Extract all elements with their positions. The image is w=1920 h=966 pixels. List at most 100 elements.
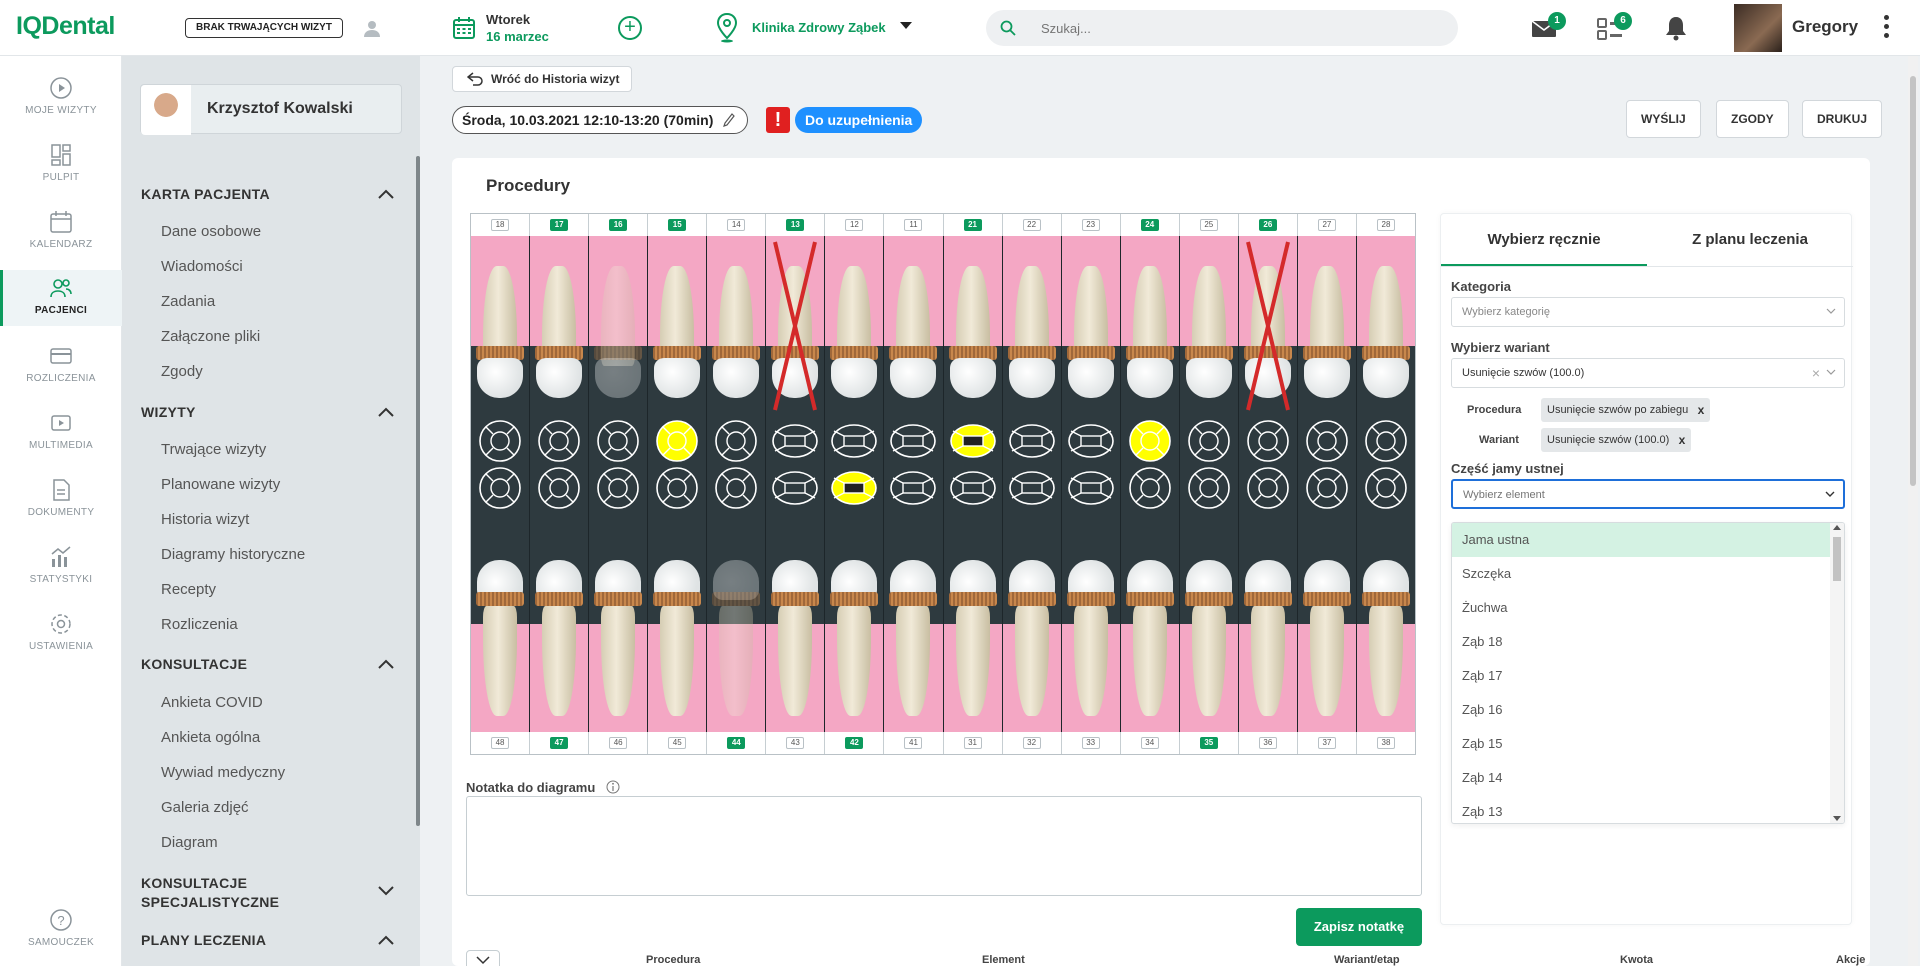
lower-tooth-root[interactable] [601, 606, 636, 716]
tooth-number-36[interactable]: 36 [1258, 737, 1277, 749]
dropdown-scrollbar[interactable] [1830, 523, 1844, 823]
lower-tooth-root[interactable] [1368, 606, 1403, 716]
option-tooth-13[interactable]: Ząb 13 [1452, 795, 1830, 823]
diagram-note-input[interactable] [466, 796, 1422, 896]
section-visits[interactable]: WIZYTY [141, 404, 196, 420]
upper-tooth-crown[interactable] [477, 358, 524, 398]
option-maxilla[interactable]: Szczęka [1452, 557, 1830, 591]
tooth-number-26[interactable]: 26 [1258, 219, 1277, 231]
tab-select-manually[interactable]: Wybierz ręcznie [1441, 214, 1647, 266]
nav-statistics[interactable]: STATYSTYKI [0, 545, 122, 601]
menu-ongoing-visits[interactable]: Trwające wizyty [161, 441, 266, 458]
tooth-number-21[interactable]: 21 [963, 219, 982, 231]
chevron-up-icon[interactable] [378, 407, 394, 417]
lower-surface-map[interactable] [1006, 466, 1058, 510]
consents-button[interactable]: ZGODY [1716, 100, 1789, 138]
upper-tooth-crown[interactable] [654, 358, 701, 398]
tooth-number-13[interactable]: 13 [786, 219, 805, 231]
tooth-column-11-41[interactable] [884, 236, 944, 732]
tooth-number-16[interactable]: 16 [609, 219, 628, 231]
upper-surface-map[interactable] [1360, 419, 1412, 463]
tooth-number-25[interactable]: 25 [1199, 219, 1218, 231]
nav-settings[interactable]: USTAWIENIA [0, 612, 122, 668]
upper-surface-map[interactable] [592, 419, 644, 463]
chevron-up-icon[interactable] [378, 189, 394, 199]
lower-tooth-root[interactable] [483, 606, 518, 716]
menu-photo-gallery[interactable]: Galeria zdjęć [161, 799, 249, 816]
lower-surface-map[interactable] [947, 466, 999, 510]
tooth-number-35[interactable]: 35 [1199, 737, 1218, 749]
tooth-number-31[interactable]: 31 [963, 737, 982, 749]
add-visit-button[interactable]: + [618, 16, 642, 40]
tooth-number-32[interactable]: 32 [1022, 737, 1041, 749]
menu-prescriptions[interactable]: Recepty [161, 581, 216, 598]
menu-diagram[interactable]: Diagram [161, 834, 218, 851]
option-tooth-18[interactable]: Ząb 18 [1452, 625, 1830, 659]
tooth-column-18-48[interactable] [471, 236, 531, 732]
scroll-thumb[interactable] [1833, 537, 1841, 581]
tooth-column-21-31[interactable] [944, 236, 1003, 732]
option-tooth-17[interactable]: Ząb 17 [1452, 659, 1830, 693]
upper-surface-map[interactable] [1242, 419, 1294, 463]
tooth-column-28-38[interactable] [1357, 236, 1415, 732]
nav-dashboard[interactable]: PULPIT [0, 143, 122, 199]
menu-personal-data[interactable]: Dane osobowe [161, 223, 261, 240]
lower-surface-map[interactable] [474, 466, 526, 510]
save-note-button[interactable]: Zapisz notatkę [1296, 908, 1422, 946]
user-name[interactable]: Gregory [1792, 17, 1858, 37]
upper-surface-map[interactable] [1183, 419, 1235, 463]
tooth-column-12-42[interactable] [825, 236, 885, 732]
upper-surface-map[interactable] [1301, 419, 1353, 463]
lower-surface-map[interactable] [887, 466, 939, 510]
lower-tooth-root[interactable] [660, 606, 695, 716]
page-scrollbar[interactable] [1908, 56, 1918, 966]
upper-surface-map[interactable] [828, 419, 880, 463]
upper-tooth-crown[interactable] [1067, 358, 1114, 398]
ongoing-visit-badge[interactable]: BRAK TRWAJĄCYCH WIZYT [185, 18, 343, 38]
print-button[interactable]: DRUKUJ [1802, 100, 1883, 138]
lower-tooth-root[interactable] [542, 606, 577, 716]
visit-date-selector[interactable]: Środa, 10.03.2021 12:10-13:20 (70min) [452, 106, 749, 134]
upper-tooth-crown[interactable] [713, 358, 760, 398]
tooth-column-25-35[interactable] [1180, 236, 1239, 732]
lower-surface-map[interactable] [1124, 466, 1176, 510]
tooth-column-27-37[interactable] [1298, 236, 1357, 732]
menu-historic-diagrams[interactable]: Diagramy historyczne [161, 546, 305, 563]
search-input[interactable] [1041, 10, 1441, 46]
tooth-number-37[interactable]: 37 [1317, 737, 1336, 749]
tooth-column-13-43[interactable] [766, 236, 826, 732]
upper-surface-map[interactable] [710, 419, 762, 463]
app-logo[interactable]: IQDental [16, 12, 115, 41]
lower-tooth-root[interactable] [1132, 606, 1167, 716]
tooth-column-16-46[interactable] [589, 236, 649, 732]
tooth-column-14-44[interactable] [707, 236, 767, 732]
tooth-number-45[interactable]: 45 [668, 737, 687, 749]
tooth-number-41[interactable]: 41 [904, 737, 923, 749]
tooth-number-38[interactable]: 38 [1376, 737, 1395, 749]
upper-surface-map[interactable] [1124, 419, 1176, 463]
chevron-up-icon[interactable] [378, 659, 394, 669]
menu-settlements[interactable]: Rozliczenia [161, 616, 238, 633]
menu-general-survey[interactable]: Ankieta ogólna [161, 729, 260, 746]
section-specialist-consultations[interactable]: KONSULTACJE SPECJALISTYCZNE [141, 874, 351, 912]
lower-tooth-root[interactable] [1014, 606, 1049, 716]
page-scroll-thumb[interactable] [1910, 76, 1916, 486]
remove-variant-icon[interactable]: x [1679, 428, 1686, 452]
menu-visit-history[interactable]: Historia wizyt [161, 511, 249, 528]
tooth-number-46[interactable]: 46 [609, 737, 628, 749]
upper-surface-map[interactable] [651, 419, 703, 463]
chevron-down-icon[interactable] [378, 886, 394, 896]
remove-procedure-icon[interactable]: x [1698, 398, 1705, 422]
upper-tooth-crown[interactable] [890, 358, 937, 398]
option-oral-cavity[interactable]: Jama ustna [1452, 523, 1830, 557]
upper-tooth-crown[interactable] [831, 358, 878, 398]
more-menu-icon[interactable] [1882, 15, 1890, 41]
tooth-number-27[interactable]: 27 [1317, 219, 1336, 231]
tooth-number-47[interactable]: 47 [550, 737, 569, 749]
category-select[interactable]: Wybierz kategorię [1451, 297, 1845, 327]
nav-billing[interactable]: ROZLICZENIA [0, 344, 122, 400]
tooth-number-24[interactable]: 24 [1140, 219, 1159, 231]
tooth-number-28[interactable]: 28 [1376, 219, 1395, 231]
option-tooth-16[interactable]: Ząb 16 [1452, 693, 1830, 727]
upper-surface-map[interactable] [474, 419, 526, 463]
